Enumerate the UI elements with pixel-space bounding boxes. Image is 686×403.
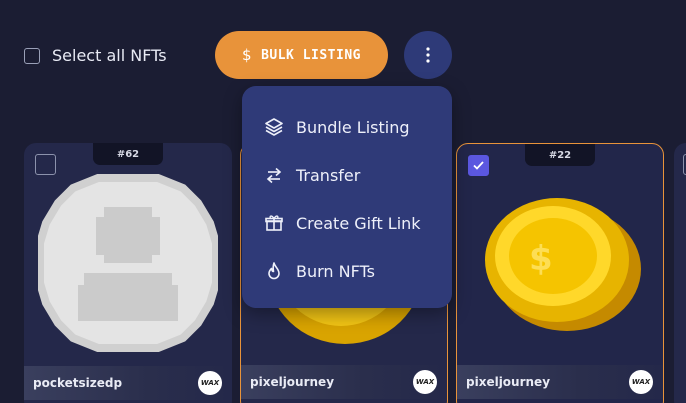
menu-item-create-gift-link[interactable]: Create Gift Link	[242, 199, 452, 247]
nft-select-checkbox-checked[interactable]	[468, 155, 489, 176]
gold-coin-image: $	[485, 198, 641, 331]
nft-card-footer: pocketsizedp WAX	[24, 366, 232, 400]
svg-text:$: $	[529, 239, 553, 279]
collection-name: pocketsizedp	[33, 376, 123, 390]
placeholder-avatar-image	[38, 174, 218, 352]
nft-card[interactable]: #62 pocketsizedp WAX	[24, 143, 232, 403]
collection-name: pixeljourney	[466, 375, 551, 389]
nft-card[interactable]: #22 $ pixeljourney WAX	[456, 143, 664, 403]
select-all[interactable]: Select all NFTs	[24, 46, 167, 65]
check-icon	[473, 161, 484, 170]
nft-tag: #22	[525, 144, 595, 166]
nft-tag: #62	[93, 143, 163, 165]
menu-item-bundle-listing[interactable]: Bundle Listing	[242, 103, 452, 151]
menu-item-label: Bundle Listing	[296, 117, 410, 137]
select-all-label: Select all NFTs	[52, 46, 167, 65]
wax-badge-icon: WAX	[198, 371, 222, 395]
gift-icon	[265, 215, 283, 231]
wax-badge-icon: WAX	[629, 370, 653, 394]
layers-icon	[265, 118, 283, 136]
nft-card-footer: pixeljourney WAX	[241, 365, 447, 399]
collection-name: pixeljourney	[250, 375, 335, 389]
menu-item-burn-nfts[interactable]: Burn NFTs	[242, 247, 452, 295]
nft-card-partial[interactable]	[674, 143, 686, 403]
dollar-icon: $	[242, 46, 253, 64]
menu-item-label: Transfer	[296, 165, 361, 185]
more-vertical-icon	[426, 47, 430, 63]
more-options-button[interactable]	[404, 31, 452, 79]
menu-item-label: Create Gift Link	[296, 213, 421, 233]
bulk-listing-label: BULK LISTING	[261, 47, 361, 63]
select-all-checkbox[interactable]	[24, 47, 40, 64]
transfer-arrows-icon	[266, 167, 282, 184]
more-options-menu: Bundle Listing Transfer Create Gift Link…	[242, 86, 452, 308]
menu-item-transfer[interactable]: Transfer	[242, 151, 452, 199]
bulk-listing-button[interactable]: $ BULK LISTING	[215, 31, 388, 79]
nft-select-checkbox[interactable]	[35, 154, 56, 175]
nft-card-footer: pixeljourney WAX	[457, 365, 663, 399]
menu-item-label: Burn NFTs	[296, 261, 375, 281]
flame-icon	[268, 262, 280, 280]
wax-badge-icon: WAX	[413, 370, 437, 394]
